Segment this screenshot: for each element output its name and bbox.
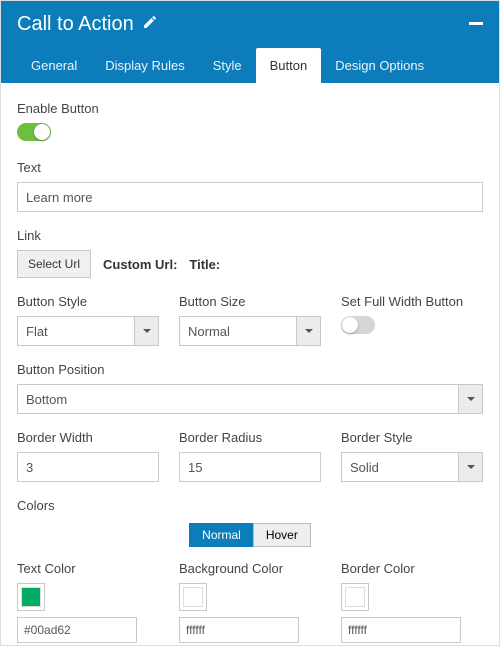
field-link: Link Select Url Custom Url: Title: — [17, 228, 483, 278]
field-border-radius: Border Radius — [179, 430, 321, 482]
field-full-width: Set Full Width Button — [341, 294, 483, 346]
background-color-label: Background Color — [179, 561, 321, 576]
border-color-label: Border Color — [341, 561, 483, 576]
text-label: Text — [17, 160, 483, 175]
text-color-label: Text Color — [17, 561, 159, 576]
field-text: Text — [17, 160, 483, 212]
field-border-color: Border Color — [341, 561, 483, 643]
chevron-down-icon — [296, 317, 320, 345]
title-text: Call to Action — [17, 13, 134, 36]
tab-general[interactable]: General — [17, 48, 91, 83]
toggle-knob — [34, 124, 50, 140]
field-enable-button: Enable Button — [17, 101, 483, 144]
button-position-select[interactable]: Bottom — [17, 384, 483, 414]
border-color-input[interactable] — [341, 617, 461, 643]
text-color-swatch[interactable] — [17, 583, 45, 611]
button-style-value: Flat — [18, 317, 134, 345]
row-colors: Text Color Background Color Border Color — [17, 561, 483, 643]
field-button-style: Button Style Flat — [17, 294, 159, 346]
field-border-width: Border Width — [17, 430, 159, 482]
state-tab-normal[interactable]: Normal — [189, 523, 253, 547]
tab-bar: General Display Rules Style Button Desig… — [17, 48, 483, 83]
full-width-label: Set Full Width Button — [341, 294, 483, 309]
button-style-label: Button Style — [17, 294, 159, 309]
tab-button[interactable]: Button — [256, 48, 322, 83]
field-button-position: Button Position Bottom — [17, 362, 483, 414]
border-style-value: Solid — [342, 453, 458, 481]
swatch-fill — [345, 587, 365, 607]
custom-url-label: Custom Url: — [103, 257, 177, 272]
tab-design-options[interactable]: Design Options — [321, 48, 438, 83]
border-width-label: Border Width — [17, 430, 159, 445]
chevron-down-icon — [458, 453, 482, 481]
button-size-value: Normal — [180, 317, 296, 345]
color-state-tabs: Normal Hover — [17, 523, 483, 547]
button-size-select[interactable]: Normal — [179, 316, 321, 346]
enable-button-toggle[interactable] — [17, 123, 51, 141]
background-color-input[interactable] — [179, 617, 299, 643]
panel-body: Enable Button Text Link Select Url Custo… — [1, 83, 499, 645]
tab-display-rules[interactable]: Display Rules — [91, 48, 198, 83]
border-radius-label: Border Radius — [179, 430, 321, 445]
field-button-size: Button Size Normal — [179, 294, 321, 346]
minimize-button[interactable] — [469, 22, 483, 25]
text-input[interactable] — [17, 182, 483, 212]
edit-icon[interactable] — [142, 13, 158, 36]
border-width-input[interactable] — [17, 452, 159, 482]
colors-section-label: Colors — [17, 498, 483, 513]
button-size-label: Button Size — [179, 294, 321, 309]
toggle-knob — [342, 317, 358, 333]
chevron-down-icon — [134, 317, 158, 345]
border-style-label: Border Style — [341, 430, 483, 445]
field-border-style: Border Style Solid — [341, 430, 483, 482]
select-url-button[interactable]: Select Url — [17, 250, 91, 278]
panel-title: Call to Action — [17, 13, 158, 36]
state-tab-hover[interactable]: Hover — [253, 523, 311, 547]
enable-button-label: Enable Button — [17, 101, 483, 116]
border-radius-input[interactable] — [179, 452, 321, 482]
settings-panel: Call to Action General Display Rules Sty… — [0, 0, 500, 646]
button-style-select[interactable]: Flat — [17, 316, 159, 346]
link-title-label: Title: — [189, 257, 220, 272]
background-color-swatch[interactable] — [179, 583, 207, 611]
field-text-color: Text Color — [17, 561, 159, 643]
row-style-size-fullwidth: Button Style Flat Button Size Normal Set… — [17, 294, 483, 346]
chevron-down-icon — [458, 385, 482, 413]
button-position-value: Bottom — [18, 385, 458, 413]
button-position-label: Button Position — [17, 362, 483, 377]
link-label: Link — [17, 228, 483, 243]
swatch-fill — [183, 587, 203, 607]
full-width-toggle[interactable] — [341, 316, 375, 334]
field-background-color: Background Color — [179, 561, 321, 643]
text-color-input[interactable] — [17, 617, 137, 643]
tab-style[interactable]: Style — [199, 48, 256, 83]
row-borders: Border Width Border Radius Border Style … — [17, 430, 483, 482]
panel-header: Call to Action General Display Rules Sty… — [1, 1, 499, 83]
swatch-fill — [21, 587, 41, 607]
border-style-select[interactable]: Solid — [341, 452, 483, 482]
border-color-swatch[interactable] — [341, 583, 369, 611]
